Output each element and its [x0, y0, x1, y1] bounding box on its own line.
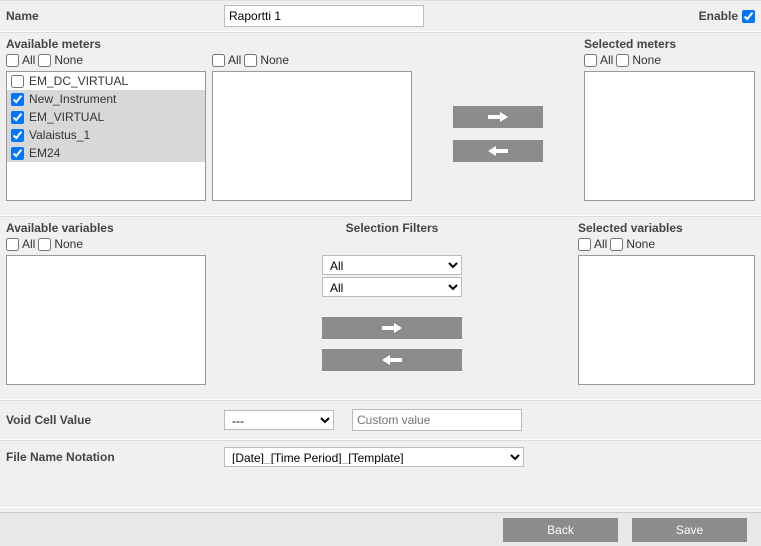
move-var-left-button[interactable]: [322, 349, 462, 371]
footer-bar: Back Save: [0, 512, 761, 546]
meter-item-label: EM24: [29, 146, 60, 160]
meters-mid-none-checkbox[interactable]: [244, 54, 257, 67]
list-item[interactable]: EM24: [7, 144, 205, 162]
move-meter-left-button[interactable]: [453, 140, 543, 162]
arrow-right-icon: [382, 322, 402, 334]
available-meters-list[interactable]: EM_DC_VIRTUAL New_Instrument EM_VIRTUAL Val…: [6, 71, 206, 201]
meter-item-label: Valaistus_1: [29, 128, 90, 142]
meter-item-checkbox[interactable]: [11, 129, 24, 142]
meter-item-checkbox[interactable]: [11, 111, 24, 124]
list-item[interactable]: Valaistus_1: [7, 126, 205, 144]
meter-item-label: EM_DC_VIRTUAL: [29, 74, 128, 88]
enable-label: Enable: [699, 9, 738, 23]
available-variables-label: Available variables: [6, 221, 206, 235]
back-button[interactable]: Back: [503, 518, 618, 542]
list-item[interactable]: EM_VIRTUAL: [7, 108, 205, 126]
name-input[interactable]: [224, 5, 424, 27]
arrow-left-icon: [382, 354, 402, 366]
save-button[interactable]: Save: [632, 518, 747, 542]
selected-meters-list[interactable]: [584, 71, 755, 201]
all-label-4: All: [22, 237, 35, 251]
all-label: All: [22, 53, 35, 67]
move-var-right-button[interactable]: [322, 317, 462, 339]
none-label-3: None: [632, 53, 661, 67]
all-label-5: All: [594, 237, 607, 251]
move-meter-right-button[interactable]: [453, 106, 543, 128]
selected-variables-label: Selected variables: [578, 221, 755, 235]
none-label-5: None: [626, 237, 655, 251]
meter-item-checkbox[interactable]: [11, 147, 24, 160]
none-label-2: None: [260, 53, 289, 67]
list-item[interactable]: EM_DC_VIRTUAL: [7, 72, 205, 90]
available-variables-list[interactable]: [6, 255, 206, 385]
meters-mid-all-checkbox[interactable]: [212, 54, 225, 67]
enable-checkbox[interactable]: [742, 10, 755, 23]
sel-vars-all-checkbox[interactable]: [578, 238, 591, 251]
sel-vars-none-checkbox[interactable]: [610, 238, 623, 251]
selected-variables-list[interactable]: [578, 255, 755, 385]
sel-meters-all-checkbox[interactable]: [584, 54, 597, 67]
name-label: Name: [6, 9, 216, 23]
none-label-4: None: [54, 237, 83, 251]
meters-filter-list[interactable]: [212, 71, 412, 201]
selection-filters-label: Selection Filters: [346, 221, 439, 235]
list-item[interactable]: New_Instrument: [7, 90, 205, 108]
sel-meters-none-checkbox[interactable]: [616, 54, 629, 67]
meter-item-label: New_Instrument: [29, 92, 116, 106]
filter-2-select[interactable]: All: [322, 277, 462, 297]
avail-vars-none-checkbox[interactable]: [38, 238, 51, 251]
filename-select[interactable]: [Date]_[Time Period]_[Template]: [224, 447, 524, 467]
all-label-2: All: [228, 53, 241, 67]
filter-1-select[interactable]: All: [322, 255, 462, 275]
avail-vars-all-checkbox[interactable]: [6, 238, 19, 251]
all-label-3: All: [600, 53, 613, 67]
arrow-right-icon: [488, 111, 508, 123]
arrow-left-icon: [488, 145, 508, 157]
avail-meters-none-checkbox[interactable]: [38, 54, 51, 67]
meter-item-checkbox[interactable]: [11, 75, 24, 88]
meter-item-checkbox[interactable]: [11, 93, 24, 106]
void-cell-label: Void Cell Value: [6, 413, 216, 427]
avail-meters-all-checkbox[interactable]: [6, 54, 19, 67]
selected-meters-label: Selected meters: [584, 37, 755, 51]
void-cell-select[interactable]: ---: [224, 410, 334, 430]
none-label: None: [54, 53, 83, 67]
available-meters-label: Available meters: [6, 37, 206, 51]
meter-item-label: EM_VIRTUAL: [29, 110, 104, 124]
void-cell-custom-input: [352, 409, 522, 431]
filename-label: File Name Notation: [6, 450, 216, 464]
